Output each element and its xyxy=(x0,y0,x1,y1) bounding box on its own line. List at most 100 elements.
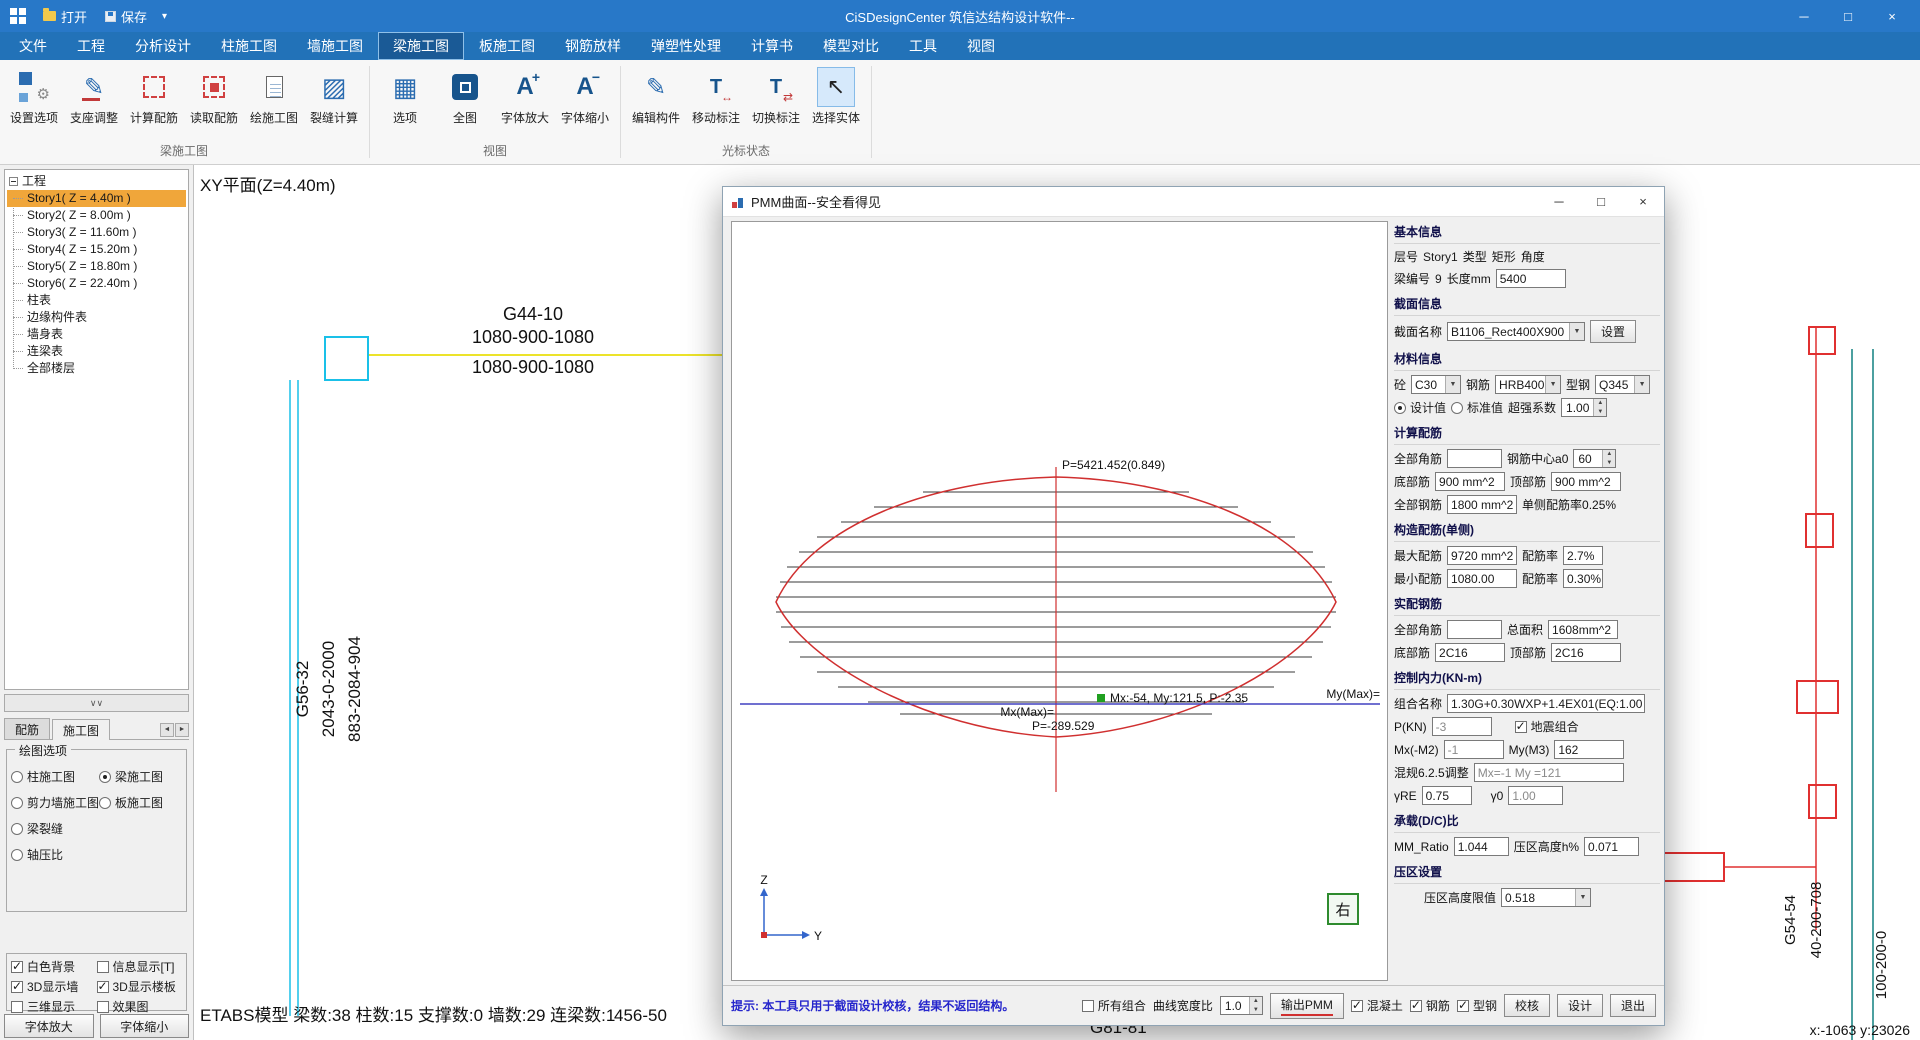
output-pmm-button[interactable]: 输出PMM xyxy=(1270,993,1344,1019)
tree-item-coupling-beam-table[interactable]: 连梁表 xyxy=(7,343,186,360)
dialog-minimize-button[interactable]: ─ xyxy=(1538,187,1580,217)
check-white-background[interactable]: 白色背景 xyxy=(11,958,97,975)
check-button[interactable]: 校核 xyxy=(1504,994,1550,1017)
tree-item-all-stories[interactable]: 全部楼层 xyxy=(7,360,186,377)
menu-wall-drawing[interactable]: 墙施工图 xyxy=(292,32,378,60)
font-shrink-sidebar-button[interactable]: 字体缩小 xyxy=(100,1014,190,1038)
save-button[interactable]: 保存 xyxy=(96,0,156,32)
options-button[interactable]: 选项 xyxy=(375,64,435,139)
check-3d-wall[interactable]: 3D显示墙 xyxy=(11,978,97,995)
move-annotation-button[interactable]: 移动标注 xyxy=(686,64,746,139)
section-name-combo[interactable]: B1106_Rect400X900 xyxy=(1447,322,1585,341)
gamma-re-input[interactable]: 0.75 xyxy=(1422,786,1472,805)
curve-width-spinner[interactable]: 1.0 xyxy=(1220,996,1263,1015)
zone-limit-combo[interactable]: 0.518 xyxy=(1501,888,1591,907)
minimize-button[interactable]: ─ xyxy=(1782,0,1826,32)
calc-rebar-button[interactable]: 计算配筋 xyxy=(124,64,184,139)
menu-file[interactable]: 文件 xyxy=(4,32,62,60)
menu-calc-report[interactable]: 计算书 xyxy=(736,32,808,60)
menu-tools[interactable]: 工具 xyxy=(894,32,952,60)
dropdown-arrow-icon[interactable] xyxy=(1575,889,1590,906)
dropdown-arrow-icon[interactable] xyxy=(1545,376,1560,393)
tree-item-story2[interactable]: Story2( Z = 8.00m ) xyxy=(7,207,186,224)
section-settings-button[interactable]: 设置 xyxy=(1590,320,1636,343)
full-view-button[interactable]: 全图 xyxy=(435,64,495,139)
close-button[interactable]: × xyxy=(1870,0,1914,32)
menu-elastoplastic[interactable]: 弹塑性处理 xyxy=(636,32,736,60)
corner-rebar-input[interactable] xyxy=(1447,449,1502,468)
exit-button[interactable]: 退出 xyxy=(1610,994,1656,1017)
menu-model-compare[interactable]: 模型对比 xyxy=(808,32,894,60)
tree-item-story6[interactable]: Story6( Z = 22.40m ) xyxy=(7,275,186,292)
crack-calc-button[interactable]: 裂缝计算 xyxy=(304,64,364,139)
concrete-grade-combo[interactable]: C30 xyxy=(1411,375,1461,394)
rebar-grade-combo[interactable]: HRB400 xyxy=(1495,375,1561,394)
menu-rebar-detailing[interactable]: 钢筋放样 xyxy=(550,32,636,60)
support-adjust-button[interactable]: 支座调整 xyxy=(64,64,124,139)
tab-scroll-left-icon[interactable]: ◄ xyxy=(160,723,174,737)
my-value[interactable]: 162 xyxy=(1554,740,1624,759)
tree-item-story5[interactable]: Story5( Z = 18.80m ) xyxy=(7,258,186,275)
steel-grade-combo[interactable]: Q345 xyxy=(1595,375,1650,394)
radio-beam-crack[interactable]: 梁裂缝 xyxy=(11,820,99,837)
dropdown-arrow-icon[interactable] xyxy=(1445,376,1460,393)
tree-root-project[interactable]: 工程 xyxy=(7,173,186,190)
radio-slab-drawing[interactable]: 板施工图 xyxy=(99,794,182,811)
toggle-annotation-button[interactable]: 切换标注 xyxy=(746,64,806,139)
steel-checkbox[interactable]: 型钢 xyxy=(1457,997,1497,1014)
maximize-button[interactable]: □ xyxy=(1826,0,1870,32)
concrete-checkbox[interactable]: 混凝土 xyxy=(1351,997,1403,1014)
menu-project[interactable]: 工程 xyxy=(62,32,120,60)
design-button[interactable]: 设计 xyxy=(1557,994,1603,1017)
quick-access-caret[interactable]: ▾ xyxy=(156,11,173,22)
radio-column-drawing[interactable]: 柱施工图 xyxy=(11,768,99,785)
radio-standard-value[interactable]: 标准值 xyxy=(1451,399,1503,416)
set-options-button[interactable]: 设置选项 xyxy=(4,64,64,139)
menu-slab-drawing[interactable]: 板施工图 xyxy=(464,32,550,60)
tree-item-story3[interactable]: Story3( Z = 11.60m ) xyxy=(7,224,186,241)
edit-member-button[interactable]: 编辑构件 xyxy=(626,64,686,139)
tab-scroll-right-icon[interactable]: ► xyxy=(175,723,189,737)
check-info-display[interactable]: 信息显示[T] xyxy=(97,958,183,975)
dialog-maximize-button[interactable]: □ xyxy=(1580,187,1622,217)
dialog-close-button[interactable]: × xyxy=(1622,187,1664,217)
menu-analysis-design[interactable]: 分析设计 xyxy=(120,32,206,60)
radio-axial-ratio[interactable]: 轴压比 xyxy=(11,846,99,863)
radio-beam-drawing[interactable]: 梁施工图 xyxy=(99,768,182,785)
overstrength-spinner[interactable]: 1.00 xyxy=(1561,398,1607,417)
tab-construction-drawing[interactable]: 施工图 xyxy=(52,719,110,740)
font-enlarge-sidebar-button[interactable]: 字体放大 xyxy=(4,1014,94,1038)
combination-name-value[interactable]: 1.30G+0.30WXP+1.4EX01(EQ:1.00 M xyxy=(1447,694,1645,713)
check-3d-view[interactable]: 三维显示 xyxy=(11,998,97,1015)
actual-bottom-input[interactable]: 2C16 xyxy=(1435,643,1505,662)
all-combinations-checkbox[interactable]: 所有组合 xyxy=(1082,997,1146,1014)
tree-item-story1[interactable]: Story1( Z = 4.40m ) xyxy=(7,190,186,207)
tree-item-column-table[interactable]: 柱表 xyxy=(7,292,186,309)
tab-rebar[interactable]: 配筋 xyxy=(4,718,50,739)
tree-item-edge-member-table[interactable]: 边缘构件表 xyxy=(7,309,186,326)
font-enlarge-button[interactable]: 字体放大 xyxy=(495,64,555,139)
check-3d-slab[interactable]: 3D显示楼板 xyxy=(97,978,183,995)
actual-corner-input[interactable] xyxy=(1447,620,1502,639)
read-rebar-button[interactable]: 读取配筋 xyxy=(184,64,244,139)
tree-item-wall-table[interactable]: 墙身表 xyxy=(7,326,186,343)
open-button[interactable]: 打开 xyxy=(34,0,96,32)
menu-column-drawing[interactable]: 柱施工图 xyxy=(206,32,292,60)
menu-beam-drawing[interactable]: 梁施工图 xyxy=(378,32,464,60)
rebar-center-spinner[interactable]: 60 xyxy=(1573,449,1616,468)
check-render-view[interactable]: 效果图 xyxy=(97,998,183,1015)
radio-design-value[interactable]: 设计值 xyxy=(1394,399,1446,416)
tree-collapse-button[interactable]: ∨∨ xyxy=(4,694,189,712)
tree-item-story4[interactable]: Story4( Z = 15.20m ) xyxy=(7,241,186,258)
menu-view[interactable]: 视图 xyxy=(952,32,1010,60)
rebar-checkbox[interactable]: 钢筋 xyxy=(1410,997,1450,1014)
font-shrink-button[interactable]: 字体缩小 xyxy=(555,64,615,139)
draw-drawing-button[interactable]: 绘施工图 xyxy=(244,64,304,139)
dropdown-arrow-icon[interactable] xyxy=(1569,323,1584,340)
seismic-combo-checkbox[interactable]: 地震组合 xyxy=(1515,718,1579,735)
tree-expander-icon[interactable] xyxy=(9,177,18,186)
radio-shearwall-drawing[interactable]: 剪力墙施工图 xyxy=(11,794,99,811)
select-entity-button[interactable]: 选择实体 xyxy=(806,64,866,139)
actual-top-input[interactable]: 2C16 xyxy=(1551,643,1621,662)
pmm-plot-area[interactable]: P=5421.452(0.849) Mx(Max)= P=-289.529 My… xyxy=(731,221,1388,981)
